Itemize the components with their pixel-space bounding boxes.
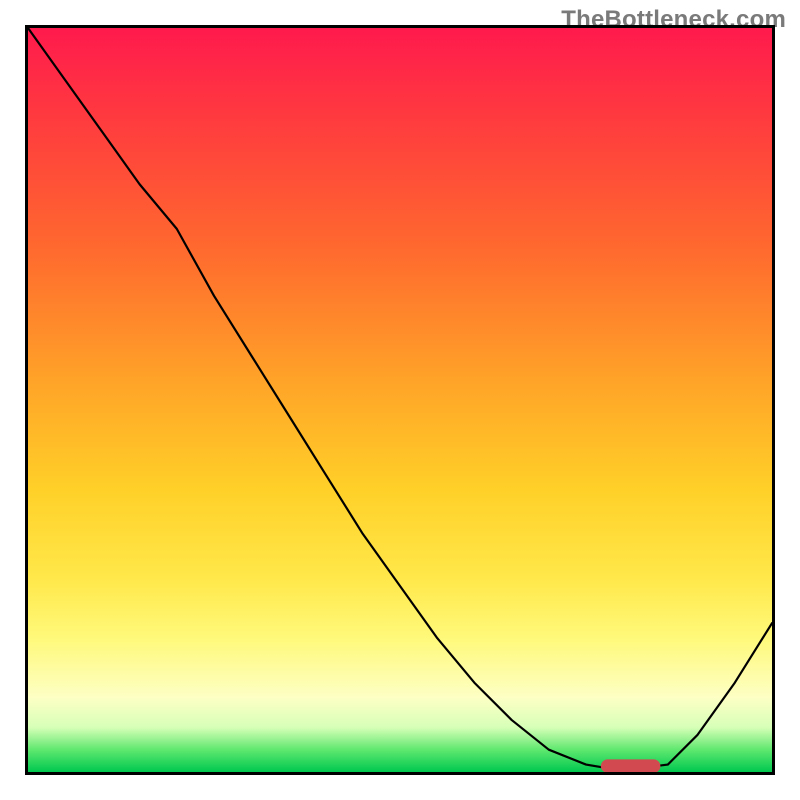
optimal-marker (601, 759, 661, 772)
chart-overlay (28, 28, 772, 772)
plot-frame (25, 25, 775, 775)
image-root: TheBottleneck.com (0, 0, 800, 800)
bottleneck-curve-path (28, 28, 772, 768)
